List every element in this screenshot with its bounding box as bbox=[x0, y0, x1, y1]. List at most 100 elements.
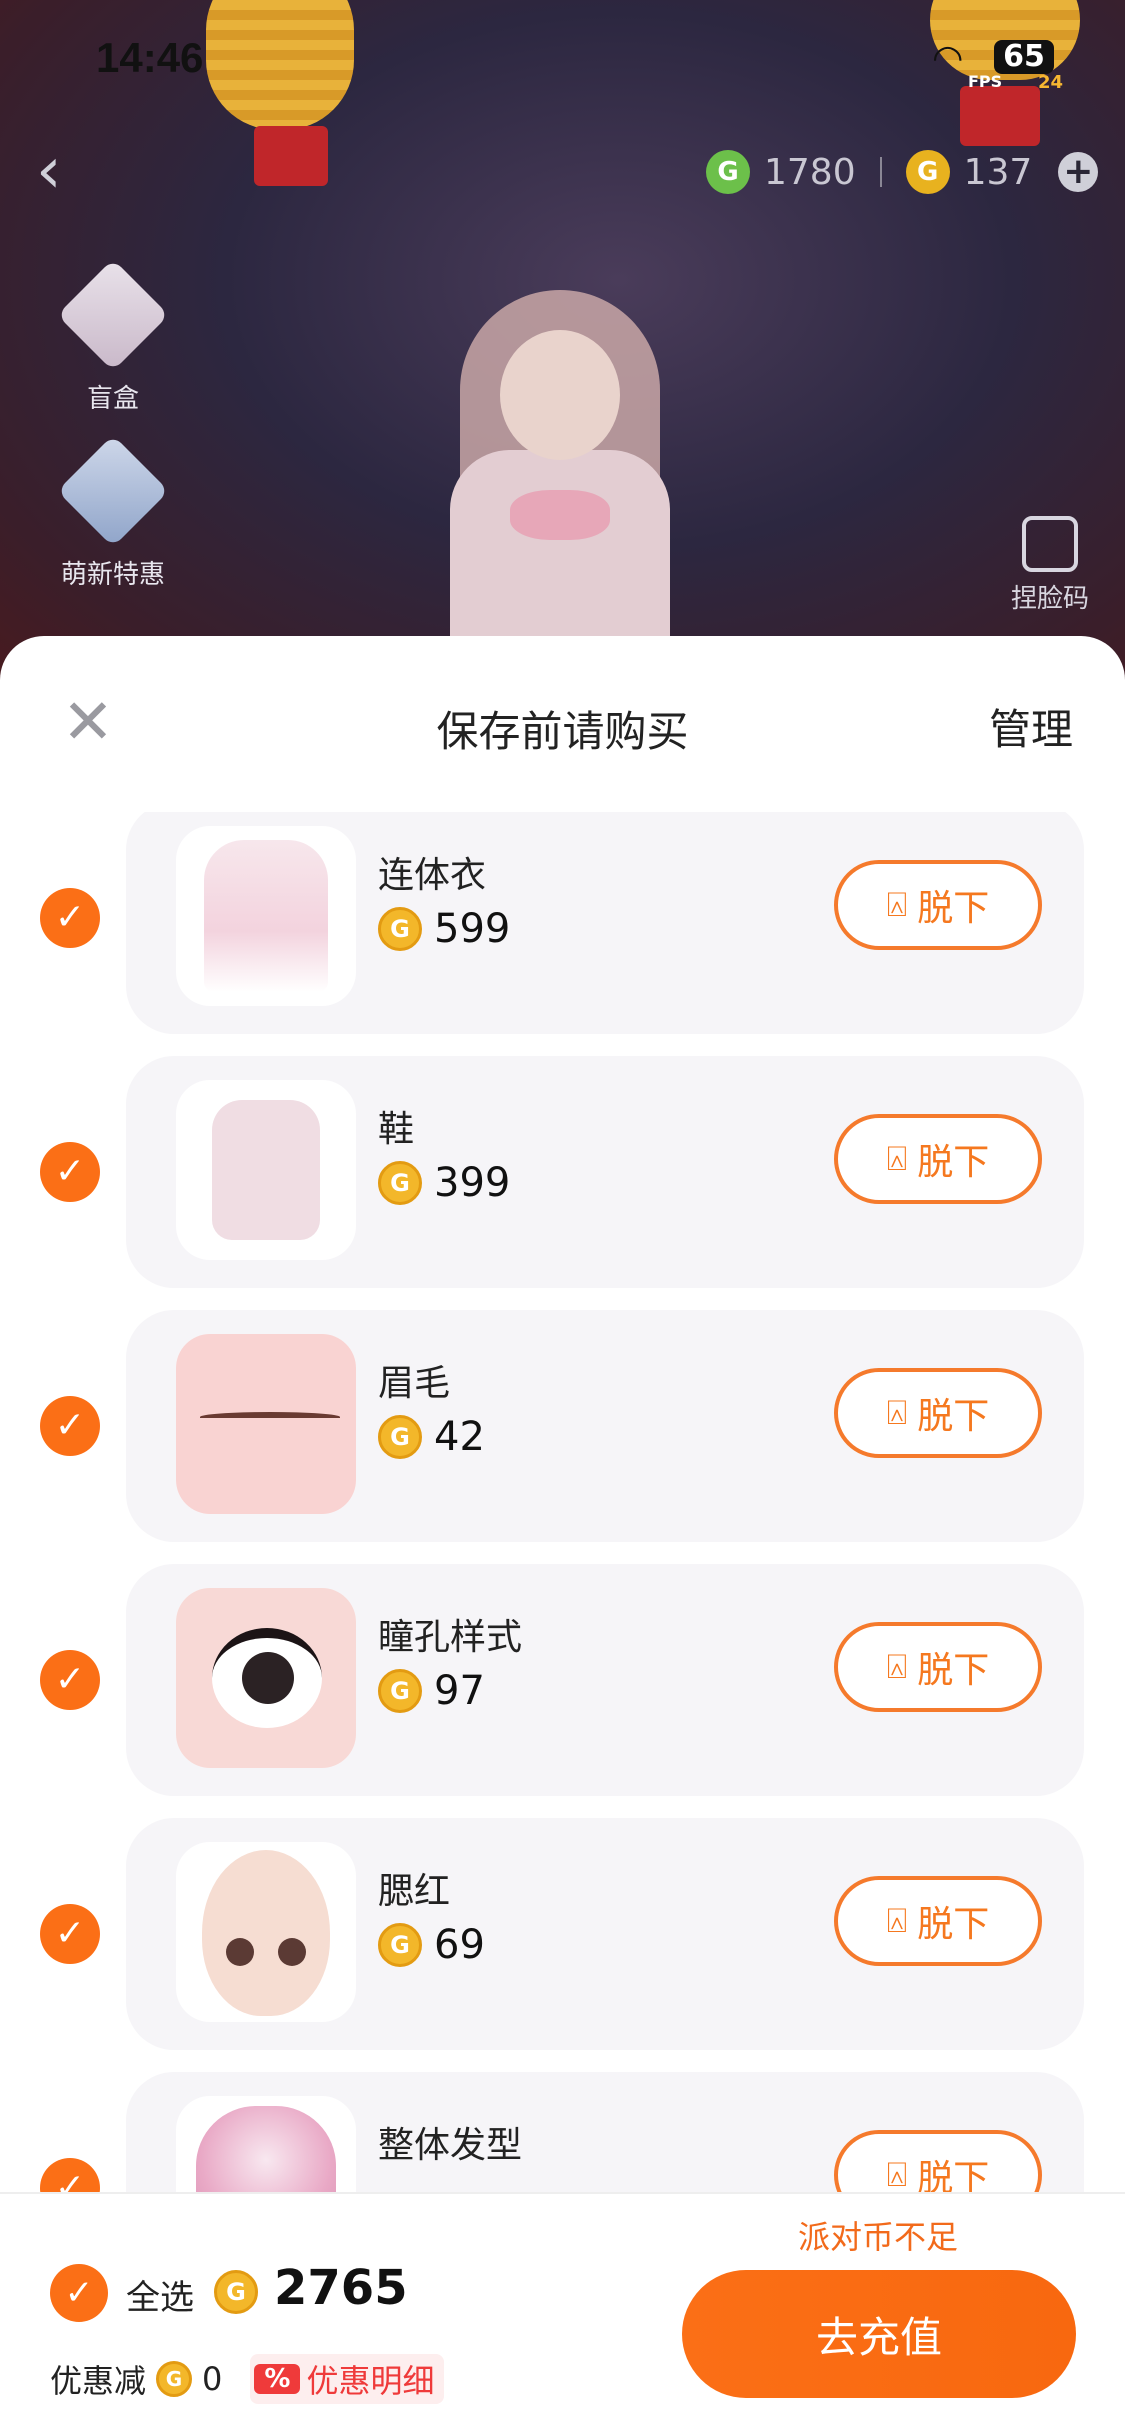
list-item: ✓ 瞳孔样式 G 97 ⍓ 脱下 bbox=[0, 1564, 1125, 1796]
coin-icon: G bbox=[378, 1923, 422, 1967]
fps-value: 24 bbox=[1038, 72, 1064, 93]
gold-coin-amount: 137 bbox=[963, 151, 1033, 193]
coin-icon: G bbox=[378, 1669, 422, 1713]
hanger-icon: ⍓ bbox=[886, 2155, 908, 2192]
coin-icon: G bbox=[214, 2270, 258, 2314]
remove-button-label: 脱下 bbox=[917, 2158, 990, 2192]
gift-box-icon bbox=[56, 258, 170, 372]
newbie-deal-entry[interactable]: 萌新特惠 bbox=[48, 434, 178, 591]
remove-button[interactable]: ⍓ 脱下 bbox=[834, 1876, 1042, 1966]
battery-indicator: 65 bbox=[994, 40, 1054, 74]
item-price-value: 69 bbox=[434, 1922, 485, 1968]
remove-button[interactable]: ⍓ 脱下 bbox=[834, 1368, 1042, 1458]
recharge-button[interactable]: 去充值 bbox=[682, 2270, 1076, 2398]
sheet-title: 保存前请购买 bbox=[436, 707, 689, 756]
item-name: 鞋 bbox=[378, 1109, 415, 1150]
remove-button[interactable]: ⍓ 脱下 bbox=[834, 2130, 1042, 2192]
purchase-sheet: ✕ 保存前请购买 管理 ✓ 连体衣 G 599 ⍓ 脱下 ✓ 鞋 G 399 ⍓… bbox=[0, 636, 1125, 2436]
item-price: G 97 bbox=[378, 1668, 485, 1714]
item-name: 眉毛 bbox=[378, 1363, 451, 1404]
remove-button-label: 脱下 bbox=[917, 1904, 990, 1945]
item-price-value: 399 bbox=[434, 1160, 511, 1206]
item-price: G 399 bbox=[378, 1160, 510, 1206]
face-thumbnail bbox=[176, 1842, 356, 2022]
face-code-entry[interactable]: 捏脸码 bbox=[1000, 516, 1100, 615]
discount-detail-button[interactable]: % 优惠明细 bbox=[250, 2354, 445, 2404]
blind-box-entry[interactable]: 盲盒 bbox=[48, 258, 178, 415]
item-checkbox-checked-icon[interactable]: ✓ bbox=[40, 1650, 100, 1710]
item-checkbox-checked-icon[interactable]: ✓ bbox=[40, 1396, 100, 1456]
eye-thumbnail bbox=[176, 1588, 356, 1768]
item-card: 腮红 G 69 ⍓ 脱下 bbox=[126, 1818, 1084, 2050]
face-art bbox=[202, 1850, 330, 2016]
lantern-left bbox=[206, 0, 354, 130]
manage-button[interactable]: 管理 bbox=[989, 696, 1073, 757]
hair-thumbnail bbox=[176, 2096, 356, 2192]
coin-icon: G bbox=[156, 2361, 193, 2397]
remove-button[interactable]: ⍓ 脱下 bbox=[834, 860, 1042, 950]
green-coin-amount: 1780 bbox=[764, 151, 856, 193]
face-eye-left bbox=[226, 1938, 254, 1966]
sheet-header: ✕ 保存前请购买 管理 bbox=[0, 636, 1125, 816]
hanger-icon: ⍓ bbox=[886, 885, 908, 925]
remove-button[interactable]: ⍓ 脱下 bbox=[834, 1114, 1042, 1204]
coin-icon: G bbox=[378, 1415, 422, 1459]
item-card: 整体发型 ⍓ 脱下 bbox=[126, 2072, 1084, 2192]
outfit-diamond-icon bbox=[56, 434, 170, 548]
brow-thumbnail bbox=[176, 1334, 356, 1514]
item-card: 连体衣 G 599 ⍓ 脱下 bbox=[126, 812, 1084, 1034]
gold-coin-icon: G bbox=[905, 150, 950, 194]
brow-art bbox=[176, 1334, 356, 1514]
list-item: ✓ 腮红 G 69 ⍓ 脱下 bbox=[0, 1818, 1125, 2050]
select-all-checkbox-icon[interactable]: ✓ bbox=[50, 2264, 108, 2322]
item-price-value: 42 bbox=[434, 1414, 485, 1460]
fps-label: FPS bbox=[968, 72, 1003, 91]
list-item: ✓ 整体发型 ⍓ 脱下 bbox=[0, 2072, 1125, 2192]
item-price: G 69 bbox=[378, 1922, 485, 1968]
shoes-art bbox=[212, 1100, 320, 1240]
percent-badge-icon: % bbox=[254, 2364, 301, 2394]
wifi-icon: ◠ bbox=[932, 38, 964, 79]
add-currency-icon[interactable]: + bbox=[1058, 152, 1099, 192]
item-checkbox-checked-icon[interactable]: ✓ bbox=[40, 1142, 100, 1202]
back-chevron-icon[interactable]: ‹ bbox=[36, 136, 86, 206]
item-list[interactable]: ✓ 连体衣 G 599 ⍓ 脱下 ✓ 鞋 G 399 ⍓ 脱下 ✓ 眉毛 G 4… bbox=[0, 812, 1125, 2192]
item-name: 整体发型 bbox=[378, 2125, 523, 2166]
remove-button-label: 脱下 bbox=[917, 1142, 990, 1183]
item-checkbox-checked-icon[interactable]: ✓ bbox=[40, 888, 100, 948]
edit-square-icon bbox=[1022, 516, 1078, 572]
brow-line bbox=[200, 1412, 340, 1422]
item-card: 眉毛 G 42 ⍓ 脱下 bbox=[126, 1310, 1084, 1542]
avatar-bow bbox=[510, 490, 610, 540]
list-item: ✓ 连体衣 G 599 ⍓ 脱下 bbox=[0, 812, 1125, 1034]
item-checkbox-checked-icon[interactable]: ✓ bbox=[40, 2158, 100, 2192]
dress-thumbnail bbox=[176, 826, 356, 1006]
item-name: 瞳孔样式 bbox=[378, 1617, 523, 1658]
currency-bar: G 1780 G 137 + bbox=[706, 144, 1099, 200]
lantern-right-cap bbox=[960, 86, 1040, 146]
remove-button-label: 脱下 bbox=[917, 1396, 990, 1437]
item-price-value: 599 bbox=[434, 906, 511, 952]
item-card: 瞳孔样式 G 97 ⍓ 脱下 bbox=[126, 1564, 1084, 1796]
hair-art bbox=[196, 2106, 336, 2192]
blind-box-label: 盲盒 bbox=[86, 384, 139, 414]
avatar-preview-scene: 14:46 ◠ 65 FPS 24 ‹ G 1780 G 137 + 盲盒 萌新… bbox=[0, 0, 1125, 700]
total-amount: 2765 bbox=[274, 2260, 408, 2316]
remove-button-label: 脱下 bbox=[917, 1650, 990, 1691]
shoes-thumbnail bbox=[176, 1080, 356, 1260]
item-card: 鞋 G 399 ⍓ 脱下 bbox=[126, 1056, 1084, 1288]
select-all-label[interactable]: 全选 bbox=[126, 2270, 194, 2319]
item-checkbox-checked-icon[interactable]: ✓ bbox=[40, 1904, 100, 1964]
hanger-icon: ⍓ bbox=[886, 1901, 908, 1941]
discount-detail-label: 优惠明细 bbox=[306, 2362, 435, 2400]
discount-amount: 0 bbox=[202, 2360, 223, 2398]
coin-icon: G bbox=[378, 1161, 422, 1205]
checkout-footer: 派对币不足 ✓ 全选 G 2765 优惠减 G 0 % 优惠明细 去充值 bbox=[0, 2192, 1125, 2436]
remove-button[interactable]: ⍓ 脱下 bbox=[834, 1622, 1042, 1712]
coin-icon: G bbox=[378, 907, 422, 951]
status-time: 14:46 bbox=[96, 34, 204, 81]
item-name: 连体衣 bbox=[378, 855, 487, 896]
item-price: G 42 bbox=[378, 1414, 485, 1460]
item-price: G 599 bbox=[378, 906, 510, 952]
face-code-label: 捏脸码 bbox=[1010, 584, 1089, 614]
